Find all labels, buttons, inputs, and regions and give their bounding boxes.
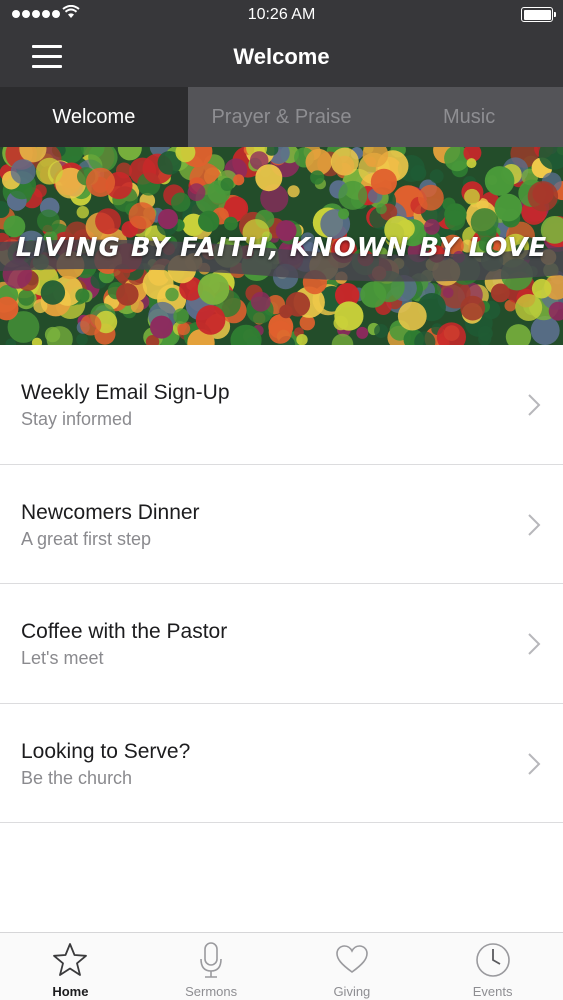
tab-welcome[interactable]: Welcome — [0, 87, 188, 147]
battery-fill — [523, 9, 551, 20]
star-icon — [53, 943, 88, 976]
header: 10:26 AM Welcome — [0, 0, 563, 87]
chevron-right-icon — [528, 752, 541, 775]
tab-music[interactable]: Music — [375, 87, 563, 147]
clock-icon — [475, 943, 510, 977]
welcome-list: Weekly Email Sign-Up Stay informed Newco… — [0, 345, 563, 823]
list-item-title: Looking to Serve? — [21, 739, 191, 763]
tabbar-label: Events — [472, 984, 513, 999]
heart-icon — [336, 945, 368, 973]
list-item-subtitle: Let's meet — [21, 648, 104, 668]
status-bar: 10:26 AM — [0, 0, 563, 30]
list-item-title: Newcomers Dinner — [21, 500, 200, 524]
list-item-title: Coffee with the Pastor — [21, 620, 228, 643]
list-item-newcomers-dinner[interactable]: Newcomers Dinner A great first step — [0, 464, 563, 584]
list-item-subtitle: Be the church — [21, 767, 133, 788]
tabbar-events[interactable]: Events — [422, 933, 563, 1000]
tabbar-label: Sermons — [185, 984, 238, 999]
list-item-subtitle: A great first step — [21, 528, 152, 549]
tab-prayer-praise[interactable]: Prayer & Praise — [188, 87, 376, 147]
bottom-tab-bar: Home Sermons Giving Events — [0, 932, 563, 1000]
chevron-right-icon — [528, 513, 541, 536]
tabbar-sermons[interactable]: Sermons — [141, 933, 282, 1000]
tabbar-home[interactable]: Home — [0, 933, 141, 1000]
banner-text: LIVING BY FAITH, KNOWN BY LOVE — [15, 233, 548, 263]
tabbar-label: Home — [52, 984, 89, 999]
tabbar-label: Giving — [333, 984, 371, 999]
status-time: 10:26 AM — [247, 6, 316, 23]
top-tabs: Welcome Prayer & Praise Music — [0, 87, 563, 147]
chevron-right-icon — [528, 394, 541, 416]
chevron-right-icon — [528, 633, 541, 655]
list-item-title: Weekly Email Sign-Up — [21, 381, 230, 404]
app-screen: 10:26 AM Welcome Welcome Prayer & Praise… — [0, 0, 563, 1000]
battery-icon — [521, 7, 556, 22]
list-item-looking-to-serve[interactable]: Looking to Serve? Be the church — [0, 703, 563, 823]
page-title: Welcome — [233, 44, 330, 69]
list-item-coffee-pastor[interactable]: Coffee with the Pastor Let's meet — [0, 584, 563, 704]
list-item-weekly-email[interactable]: Weekly Email Sign-Up Stay informed — [0, 345, 563, 465]
tabbar-giving[interactable]: Giving — [282, 933, 423, 1000]
banner-image: LIVING BY FAITH, KNOWN BY LOVE — [0, 147, 563, 345]
microphone-icon — [200, 942, 222, 978]
list-item-subtitle: Stay informed — [21, 409, 133, 429]
